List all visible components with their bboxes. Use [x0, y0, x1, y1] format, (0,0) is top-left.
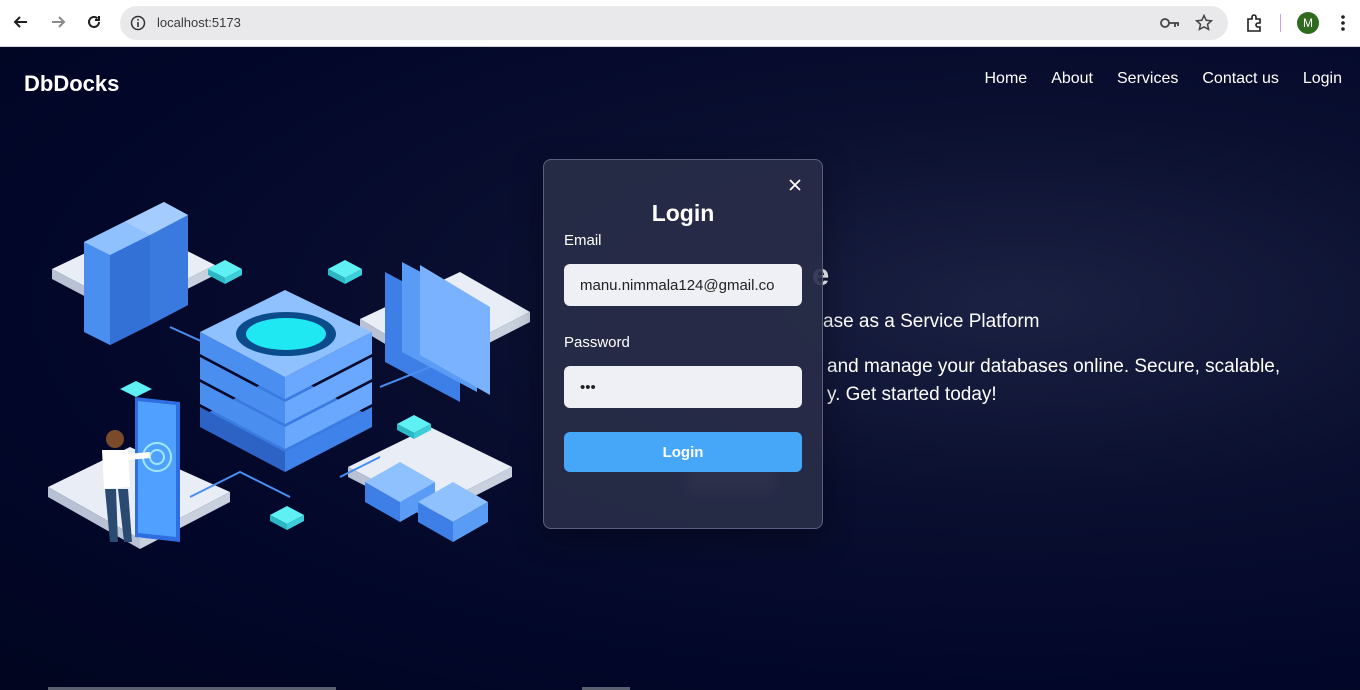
nav-contact[interactable]: Contact us	[1202, 70, 1278, 88]
extensions-icon[interactable]	[1242, 11, 1266, 35]
login-submit-button[interactable]: Login	[564, 432, 802, 472]
browser-toolbar: localhost:5173 M	[0, 0, 1360, 47]
forward-icon[interactable]	[45, 9, 71, 35]
address-bar[interactable]: localhost:5173	[120, 6, 1228, 40]
email-field[interactable]	[564, 264, 802, 306]
close-icon[interactable]	[786, 176, 804, 194]
reload-icon[interactable]	[81, 9, 107, 35]
kebab-menu-icon[interactable]	[1331, 11, 1355, 35]
star-icon[interactable]	[1194, 14, 1214, 32]
profile-avatar[interactable]: M	[1297, 12, 1319, 34]
nav-login[interactable]: Login	[1303, 70, 1342, 88]
hero-description-line-2: y. Get started today!	[827, 384, 997, 405]
back-icon[interactable]	[8, 9, 34, 35]
hero-description: and manage your databases online. Secure…	[827, 353, 1360, 409]
nav-services[interactable]: Services	[1117, 70, 1178, 88]
password-label: Password	[564, 334, 630, 351]
hero-description-line-1: and manage your databases online. Secure…	[827, 356, 1281, 377]
password-key-icon[interactable]	[1160, 14, 1180, 32]
database-illustration	[48, 202, 530, 549]
email-label: Email	[564, 232, 602, 249]
login-modal: Login Email Password Login	[543, 159, 823, 529]
nav-about[interactable]: About	[1051, 70, 1093, 88]
nav-home[interactable]: Home	[985, 70, 1028, 88]
info-icon[interactable]	[129, 14, 147, 32]
hero-subtitle: ase as a Service Platform	[823, 311, 1040, 332]
toolbar-divider	[1280, 14, 1281, 32]
site-logo[interactable]: DbDocks	[24, 71, 119, 97]
password-field[interactable]	[564, 366, 802, 408]
top-nav: Home About Services Contact us Login	[985, 70, 1343, 88]
modal-title: Login	[651, 200, 715, 226]
url-text[interactable]: localhost:5173	[157, 15, 241, 30]
page: DbDocks Home About Services Contact us L…	[0, 47, 1360, 690]
